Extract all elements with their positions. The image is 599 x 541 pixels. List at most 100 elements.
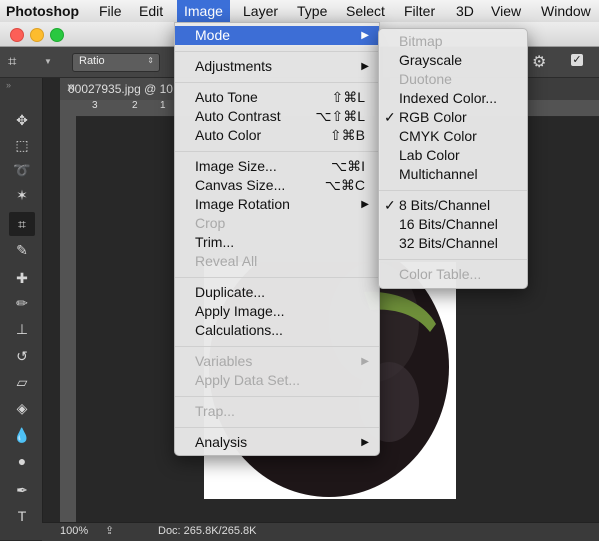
submenu-arrow-icon: ▶ bbox=[361, 30, 369, 41]
menu-item-apply-image[interactable]: Apply Image... bbox=[175, 302, 379, 321]
crop-tool-icon[interactable]: ⌗ bbox=[9, 212, 35, 236]
menu-view[interactable]: View bbox=[491, 0, 521, 22]
menu-item-label: Apply Data Set... bbox=[195, 372, 301, 388]
menu-item-label: 8 Bits/Channel bbox=[399, 197, 491, 213]
menu-item-label: RGB Color bbox=[399, 109, 467, 125]
mode-item-rgb-color[interactable]: ✓ RGB Color bbox=[379, 108, 527, 127]
mode-item-bitmap: Bitmap bbox=[379, 32, 527, 51]
zoom-window-button[interactable] bbox=[50, 28, 64, 42]
menu-item-label: Mode bbox=[195, 27, 231, 43]
marquee-tool-icon[interactable]: ⬚ bbox=[9, 133, 35, 157]
menu-item-duplicate[interactable]: Duplicate... bbox=[175, 283, 379, 302]
submenu-arrow-icon: ▶ bbox=[361, 61, 369, 72]
mode-item-lab-color[interactable]: Lab Color bbox=[379, 146, 527, 165]
menu-item-label: Indexed Color... bbox=[399, 90, 498, 106]
pen-tool-icon[interactable]: ✒ bbox=[9, 478, 35, 502]
menu-divider bbox=[175, 346, 379, 347]
brush-tool-icon[interactable]: ✏ bbox=[9, 291, 35, 315]
menu-item-label: 16 Bits/Channel bbox=[399, 216, 498, 232]
panel-collapse-icon[interactable]: » bbox=[6, 80, 11, 90]
mode-item-32-bits[interactable]: 32 Bits/Channel bbox=[379, 234, 527, 253]
menu-3d[interactable]: 3D bbox=[456, 0, 474, 22]
menu-item-label: Auto Contrast bbox=[195, 108, 281, 124]
crop-tool-icon[interactable]: ⌗ bbox=[8, 53, 16, 70]
menu-item-label: Auto Tone bbox=[195, 89, 258, 105]
mode-item-multichannel[interactable]: Multichannel bbox=[379, 165, 527, 184]
mode-item-8-bits[interactable]: ✓ 8 Bits/Channel bbox=[379, 196, 527, 215]
tool-preset-chevron-icon[interactable]: ▼ bbox=[44, 57, 52, 66]
gear-icon[interactable]: ⚙ bbox=[532, 52, 546, 72]
menu-item-canvas-size[interactable]: Canvas Size... ⌥⌘C bbox=[175, 176, 379, 195]
menu-item-trap: Trap... bbox=[175, 402, 379, 421]
paint-bucket-tool-icon[interactable]: ◈ bbox=[9, 396, 35, 420]
mode-item-color-table: Color Table... bbox=[379, 265, 527, 284]
menu-image[interactable]: Image bbox=[177, 0, 230, 22]
menu-item-label: Image Rotation bbox=[195, 196, 290, 212]
menu-item-adjustments[interactable]: Adjustments ▶ bbox=[175, 57, 379, 76]
crop-ratio-value: Ratio bbox=[79, 55, 105, 67]
type-tool-icon[interactable]: T bbox=[9, 504, 35, 528]
menu-item-label: Calculations... bbox=[195, 322, 283, 338]
menu-item-label: Crop bbox=[195, 215, 226, 231]
menu-item-apply-data-set: Apply Data Set... bbox=[175, 371, 379, 390]
menu-divider bbox=[175, 427, 379, 428]
menu-select[interactable]: Select bbox=[346, 0, 385, 22]
clone-stamp-tool-icon[interactable]: ⊥ bbox=[9, 317, 35, 341]
menu-item-auto-color[interactable]: Auto Color ⇧⌘B bbox=[175, 126, 379, 145]
healing-brush-tool-icon[interactable]: ✚ bbox=[9, 266, 35, 290]
eyedropper-tool-icon[interactable]: ✎ bbox=[9, 238, 35, 262]
menu-filter[interactable]: Filter bbox=[404, 0, 435, 22]
menu-item-label: Image Size... bbox=[195, 158, 277, 174]
mode-item-16-bits[interactable]: 16 Bits/Channel bbox=[379, 215, 527, 234]
app-menu[interactable]: Photoshop bbox=[6, 0, 79, 22]
menu-divider bbox=[175, 396, 379, 397]
zoom-level[interactable]: 100% bbox=[60, 525, 88, 537]
submenu-arrow-icon: ▶ bbox=[361, 356, 369, 367]
menu-file[interactable]: File bbox=[99, 0, 122, 22]
delete-cropped-checkbox[interactable]: ✓ bbox=[571, 54, 583, 66]
eraser-tool-icon[interactable]: ▱ bbox=[9, 370, 35, 394]
menu-item-trim[interactable]: Trim... bbox=[175, 233, 379, 252]
move-tool-icon[interactable]: ✥ bbox=[9, 108, 35, 132]
menu-divider bbox=[175, 82, 379, 83]
menu-layer[interactable]: Layer bbox=[243, 0, 278, 22]
history-brush-tool-icon[interactable]: ↺ bbox=[9, 344, 35, 368]
mode-item-cmyk-color[interactable]: CMYK Color bbox=[379, 127, 527, 146]
menu-item-label: Canvas Size... bbox=[195, 177, 286, 193]
menu-item-label: Bitmap bbox=[399, 33, 443, 49]
menu-item-auto-tone[interactable]: Auto Tone ⇧⌘L bbox=[175, 88, 379, 107]
share-icon[interactable]: ⇪ bbox=[105, 524, 114, 537]
document-tab-title: 00027935.jpg @ 10 bbox=[68, 82, 173, 96]
vertical-ruler[interactable] bbox=[60, 116, 76, 522]
minimize-window-button[interactable] bbox=[30, 28, 44, 42]
mode-item-grayscale[interactable]: Grayscale bbox=[379, 51, 527, 70]
ruler-label: 3 bbox=[92, 100, 98, 111]
close-window-button[interactable] bbox=[10, 28, 24, 42]
dodge-tool-icon[interactable]: ● bbox=[9, 449, 35, 473]
menu-item-label: Duotone bbox=[399, 71, 452, 87]
menu-item-label: Color Table... bbox=[399, 266, 482, 282]
ruler-label: 1 bbox=[160, 100, 166, 111]
menu-item-crop: Crop bbox=[175, 214, 379, 233]
menu-item-mode[interactable]: Mode ▶ bbox=[175, 26, 379, 45]
crop-ratio-select[interactable]: Ratio ⇕ bbox=[72, 53, 160, 72]
mode-item-indexed-color[interactable]: Indexed Color... bbox=[379, 89, 527, 108]
doc-size[interactable]: Doc: 265.8K/265.8K bbox=[158, 525, 256, 537]
menu-type[interactable]: Type bbox=[297, 0, 327, 22]
menu-item-label: Auto Color bbox=[195, 127, 262, 143]
menu-item-label: Analysis bbox=[195, 434, 248, 450]
menu-window[interactable]: Window bbox=[541, 0, 591, 22]
menu-item-calculations[interactable]: Calculations... bbox=[175, 321, 379, 340]
menu-divider bbox=[379, 259, 527, 260]
blur-tool-icon[interactable]: 💧 bbox=[9, 423, 35, 447]
lasso-tool-icon[interactable]: ➰ bbox=[9, 158, 35, 182]
menu-edit[interactable]: Edit bbox=[139, 0, 163, 22]
menu-item-auto-contrast[interactable]: Auto Contrast ⌥⇧⌘L bbox=[175, 107, 379, 126]
menu-item-label: Adjustments bbox=[195, 58, 273, 74]
menu-item-analysis[interactable]: Analysis ▶ bbox=[175, 433, 379, 452]
menu-item-image-rotation[interactable]: Image Rotation ▶ bbox=[175, 195, 379, 214]
menu-item-label: Multichannel bbox=[399, 166, 478, 182]
magic-wand-tool-icon[interactable]: ✶ bbox=[9, 183, 35, 207]
menu-item-image-size[interactable]: Image Size... ⌥⌘I bbox=[175, 157, 379, 176]
menu-item-label: Variables bbox=[195, 353, 253, 369]
